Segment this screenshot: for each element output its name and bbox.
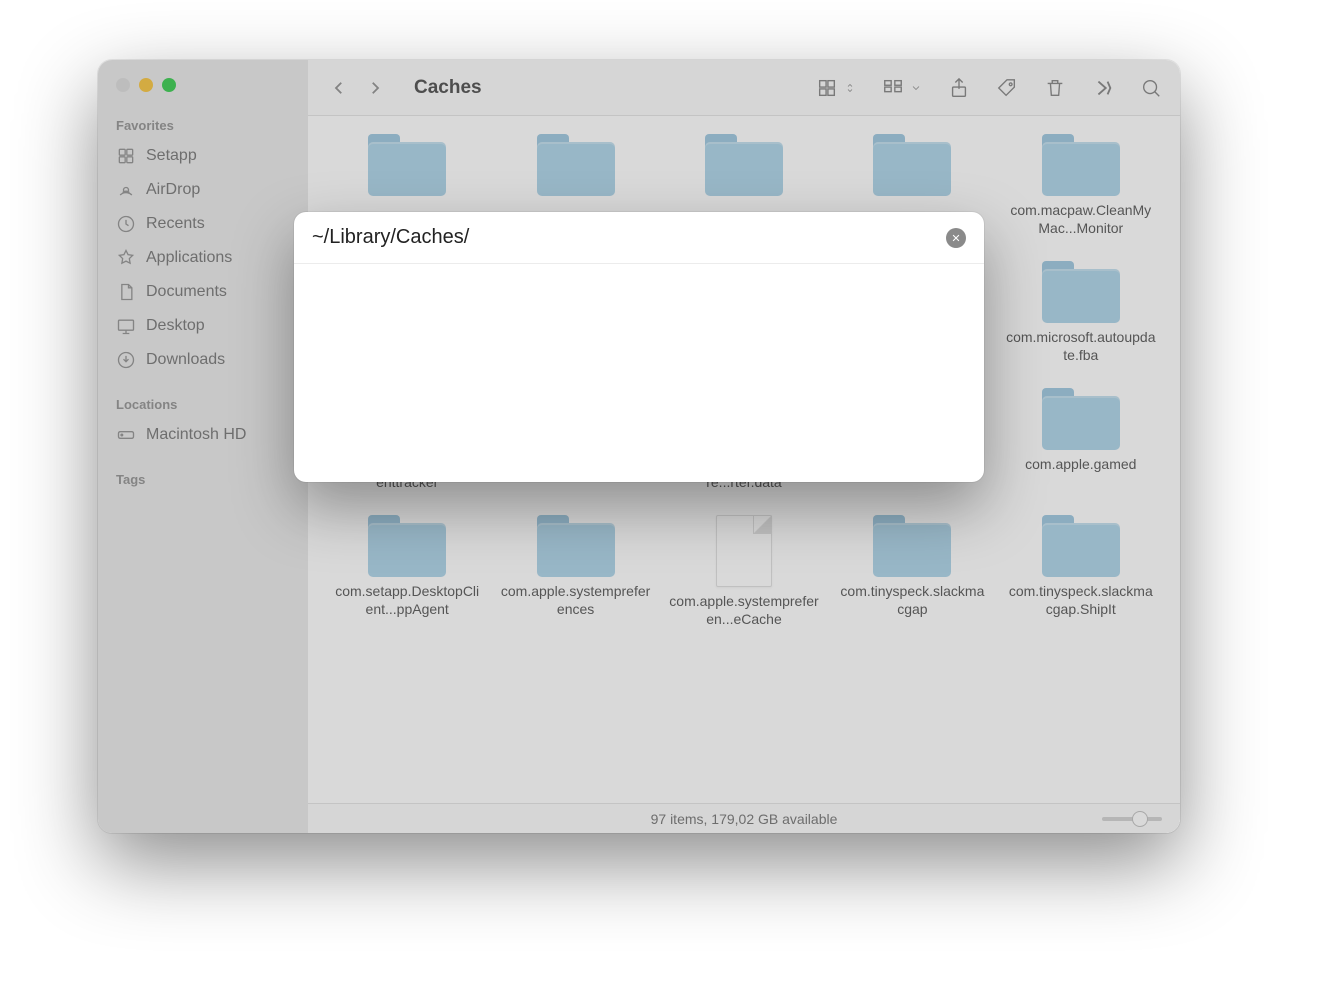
sidebar-item-macintosh-hd[interactable]: Macintosh HD xyxy=(98,418,308,452)
downloads-icon xyxy=(116,350,136,370)
folder-icon xyxy=(873,134,951,196)
file-item[interactable]: com.apple.gamed xyxy=(1006,388,1156,491)
file-item-label: com.setapp.DesktopClient...ppAgent xyxy=(332,583,482,618)
group-icon xyxy=(882,77,904,99)
applications-icon xyxy=(116,248,136,268)
more-button[interactable] xyxy=(1092,77,1114,99)
file-icon xyxy=(716,515,772,587)
sidebar-header-tags: Tags xyxy=(98,468,308,493)
sidebar-item-label: Macintosh HD xyxy=(146,426,246,444)
sidebar-item-documents[interactable]: Documents xyxy=(98,275,308,309)
file-item-label: com.tinyspeck.slackmacgap.ShipIt xyxy=(1006,583,1156,618)
search-button[interactable] xyxy=(1140,77,1162,99)
file-item-label: com.tinyspeck.slackmacgap xyxy=(837,583,987,618)
go-to-folder-dialog xyxy=(294,212,984,482)
chevron-down-icon xyxy=(910,77,922,99)
desktop-icon xyxy=(116,316,136,336)
sidebar-item-label: AirDrop xyxy=(146,181,200,199)
close-icon xyxy=(951,233,961,243)
window-title: Caches xyxy=(408,77,804,99)
close-window-button[interactable] xyxy=(116,78,130,92)
clock-icon xyxy=(116,214,136,234)
file-item[interactable]: com.tinyspeck.slackmacgap xyxy=(837,515,987,628)
sidebar-header-locations: Locations xyxy=(98,393,308,418)
toolbar: Caches xyxy=(308,60,1180,116)
status-text: 97 items, 179,02 GB available xyxy=(651,811,838,827)
sidebar-item-applications[interactable]: Applications xyxy=(98,241,308,275)
status-bar: 97 items, 179,02 GB available xyxy=(308,803,1180,833)
folder-icon xyxy=(537,134,615,196)
sidebar-item-downloads[interactable]: Downloads xyxy=(98,343,308,377)
file-item[interactable]: com.apple.systempreferen...eCache xyxy=(669,515,819,628)
file-item-label: com.apple.gamed xyxy=(1025,456,1136,474)
chevron-updown-icon xyxy=(844,77,856,99)
folder-icon xyxy=(1042,515,1120,577)
sidebar-item-label: Recents xyxy=(146,215,205,233)
file-item[interactable]: com.macpaw.CleanMyMac...Monitor xyxy=(1006,134,1156,237)
file-item-label: com.microsoft.autoupdate.fba xyxy=(1006,329,1156,364)
folder-icon xyxy=(1042,134,1120,196)
sidebar-header-favorites: Favorites xyxy=(98,114,308,139)
file-item-label: com.macpaw.CleanMyMac...Monitor xyxy=(1006,202,1156,237)
airdrop-icon xyxy=(116,180,136,200)
sidebar-item-label: Documents xyxy=(146,283,227,301)
file-item[interactable]: com.setapp.DesktopClient...ppAgent xyxy=(332,515,482,628)
folder-icon xyxy=(368,515,446,577)
grid-icon xyxy=(816,77,838,99)
tag-button[interactable] xyxy=(996,77,1018,99)
file-item[interactable]: com.tinyspeck.slackmacgap.ShipIt xyxy=(1006,515,1156,628)
file-item[interactable]: com.microsoft.autoupdate.fba xyxy=(1006,261,1156,364)
sidebar-item-label: Setapp xyxy=(146,147,197,165)
forward-button[interactable] xyxy=(366,79,384,97)
file-item[interactable]: com.apple.systempreferences xyxy=(500,515,650,628)
sidebar-item-recents[interactable]: Recents xyxy=(98,207,308,241)
folder-icon xyxy=(705,134,783,196)
group-by-button[interactable] xyxy=(882,77,922,99)
window-controls xyxy=(98,72,308,110)
folder-icon xyxy=(537,515,615,577)
sidebar-item-label: Downloads xyxy=(146,351,225,369)
back-button[interactable] xyxy=(330,79,348,97)
folder-icon xyxy=(873,515,951,577)
sidebar-item-airdrop[interactable]: AirDrop xyxy=(98,173,308,207)
share-button[interactable] xyxy=(948,77,970,99)
folder-icon xyxy=(1042,261,1120,323)
icon-size-slider[interactable] xyxy=(1102,817,1162,821)
minimize-window-button[interactable] xyxy=(139,78,153,92)
sidebar: Favorites Setapp AirDrop Recents Applica… xyxy=(98,60,308,833)
folder-icon xyxy=(368,134,446,196)
file-item-label: com.apple.systempreferen...eCache xyxy=(669,593,819,628)
go-to-path-input[interactable] xyxy=(312,226,946,249)
sidebar-item-label: Applications xyxy=(146,249,232,267)
file-item-label: com.apple.systempreferences xyxy=(501,583,651,618)
view-mode-button[interactable] xyxy=(816,77,856,99)
setapp-icon xyxy=(116,146,136,166)
document-icon xyxy=(116,282,136,302)
trash-button[interactable] xyxy=(1044,77,1066,99)
clear-input-button[interactable] xyxy=(946,228,966,248)
folder-icon xyxy=(1042,388,1120,450)
sidebar-item-desktop[interactable]: Desktop xyxy=(98,309,308,343)
fullscreen-window-button[interactable] xyxy=(162,78,176,92)
sidebar-item-label: Desktop xyxy=(146,317,205,335)
sidebar-item-setapp[interactable]: Setapp xyxy=(98,139,308,173)
disk-icon xyxy=(116,425,136,445)
